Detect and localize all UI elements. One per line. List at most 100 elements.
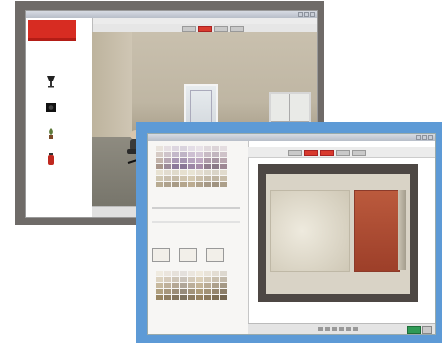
color-swatch[interactable] — [220, 295, 227, 300]
minimize-button[interactable] — [416, 135, 421, 140]
color-swatch[interactable] — [204, 164, 211, 169]
color-swatch[interactable] — [220, 289, 227, 294]
color-swatch[interactable] — [180, 170, 187, 175]
wall-right-preview[interactable] — [354, 190, 400, 272]
color-swatch[interactable] — [204, 152, 211, 157]
color-swatch[interactable] — [212, 277, 219, 282]
color-swatch[interactable] — [204, 277, 211, 282]
room-preview[interactable] — [258, 164, 418, 302]
color-swatch[interactable] — [188, 164, 195, 169]
color-swatch[interactable] — [156, 289, 163, 294]
color-swatch[interactable] — [180, 277, 187, 282]
color-swatch[interactable] — [172, 146, 179, 151]
color-swatch[interactable] — [196, 295, 203, 300]
color-swatch[interactable] — [180, 146, 187, 151]
nav-button[interactable] — [339, 327, 344, 331]
color-swatch[interactable] — [156, 152, 163, 157]
color-swatch[interactable] — [180, 152, 187, 157]
color-swatch[interactable] — [156, 182, 163, 187]
color-swatch[interactable] — [180, 289, 187, 294]
color-swatch[interactable] — [164, 146, 171, 151]
color-swatch[interactable] — [164, 176, 171, 181]
wall-left-preview[interactable] — [270, 190, 350, 272]
color-swatch[interactable] — [156, 164, 163, 169]
color-swatch[interactable] — [220, 158, 227, 163]
color-swatch[interactable] — [180, 164, 187, 169]
color-swatch[interactable] — [156, 271, 163, 276]
color-chip[interactable] — [152, 248, 170, 262]
color-swatch[interactable] — [204, 182, 211, 187]
color-swatch[interactable] — [156, 295, 163, 300]
color-swatch[interactable] — [180, 176, 187, 181]
color-swatch[interactable] — [164, 271, 171, 276]
maximize-button[interactable] — [422, 135, 427, 140]
color-swatch[interactable] — [204, 146, 211, 151]
color-swatch[interactable] — [204, 158, 211, 163]
close-button[interactable] — [310, 12, 315, 17]
maximize-button[interactable] — [304, 12, 309, 17]
view-tab[interactable] — [352, 150, 366, 156]
color-swatch[interactable] — [188, 170, 195, 175]
nav-button[interactable] — [332, 327, 337, 331]
close-button[interactable] — [428, 135, 433, 140]
color-swatch[interactable] — [188, 146, 195, 151]
color-swatch[interactable] — [212, 295, 219, 300]
color-swatch[interactable] — [196, 182, 203, 187]
color-swatch[interactable] — [188, 277, 195, 282]
color-swatch[interactable] — [172, 277, 179, 282]
color-swatch[interactable] — [196, 164, 203, 169]
color-swatch[interactable] — [212, 176, 219, 181]
color-swatch[interactable] — [196, 277, 203, 282]
color-swatch[interactable] — [204, 283, 211, 288]
color-swatch[interactable] — [220, 182, 227, 187]
color-swatch[interactable] — [188, 176, 195, 181]
color-swatch[interactable] — [172, 158, 179, 163]
color-chip[interactable] — [206, 248, 224, 262]
color-swatch[interactable] — [204, 176, 211, 181]
view-tab[interactable] — [288, 150, 302, 156]
color-swatch[interactable] — [156, 176, 163, 181]
color-swatch[interactable] — [212, 146, 219, 151]
color-swatch[interactable] — [172, 182, 179, 187]
color-swatch[interactable] — [172, 176, 179, 181]
color-swatch[interactable] — [220, 170, 227, 175]
nav-button[interactable] — [346, 327, 351, 331]
catalog-item[interactable] — [32, 100, 82, 126]
color-swatch[interactable] — [220, 146, 227, 151]
color-swatch[interactable] — [164, 295, 171, 300]
color-swatch[interactable] — [212, 152, 219, 157]
catalog-item[interactable] — [32, 126, 82, 152]
color-swatch[interactable] — [188, 295, 195, 300]
color-swatch[interactable] — [212, 164, 219, 169]
color-swatch[interactable] — [172, 295, 179, 300]
color-swatch[interactable] — [164, 283, 171, 288]
options-button[interactable] — [422, 326, 432, 334]
color-swatch[interactable] — [220, 176, 227, 181]
color-swatch[interactable] — [156, 283, 163, 288]
catalog-item[interactable] — [32, 152, 82, 178]
color-swatch[interactable] — [172, 164, 179, 169]
color-swatch[interactable] — [180, 271, 187, 276]
color-swatch[interactable] — [196, 283, 203, 288]
color-swatch[interactable] — [188, 283, 195, 288]
color-swatch[interactable] — [196, 146, 203, 151]
color-swatch[interactable] — [220, 152, 227, 157]
color-swatch[interactable] — [212, 170, 219, 175]
nav-button[interactable] — [325, 327, 330, 331]
color-swatch[interactable] — [220, 277, 227, 282]
color-swatch[interactable] — [204, 271, 211, 276]
color-swatch[interactable] — [172, 170, 179, 175]
color-swatch[interactable] — [164, 164, 171, 169]
color-swatch[interactable] — [164, 289, 171, 294]
color-swatch[interactable] — [172, 152, 179, 157]
view-tab[interactable] — [336, 150, 350, 156]
view-tab-active[interactable] — [304, 150, 318, 156]
color-swatch[interactable] — [212, 289, 219, 294]
color-swatch[interactable] — [188, 158, 195, 163]
color-swatch[interactable] — [204, 295, 211, 300]
minimize-button[interactable] — [298, 12, 303, 17]
apply-button[interactable] — [407, 326, 421, 334]
color-swatch[interactable] — [180, 158, 187, 163]
color-swatch[interactable] — [220, 283, 227, 288]
color-swatch[interactable] — [180, 295, 187, 300]
